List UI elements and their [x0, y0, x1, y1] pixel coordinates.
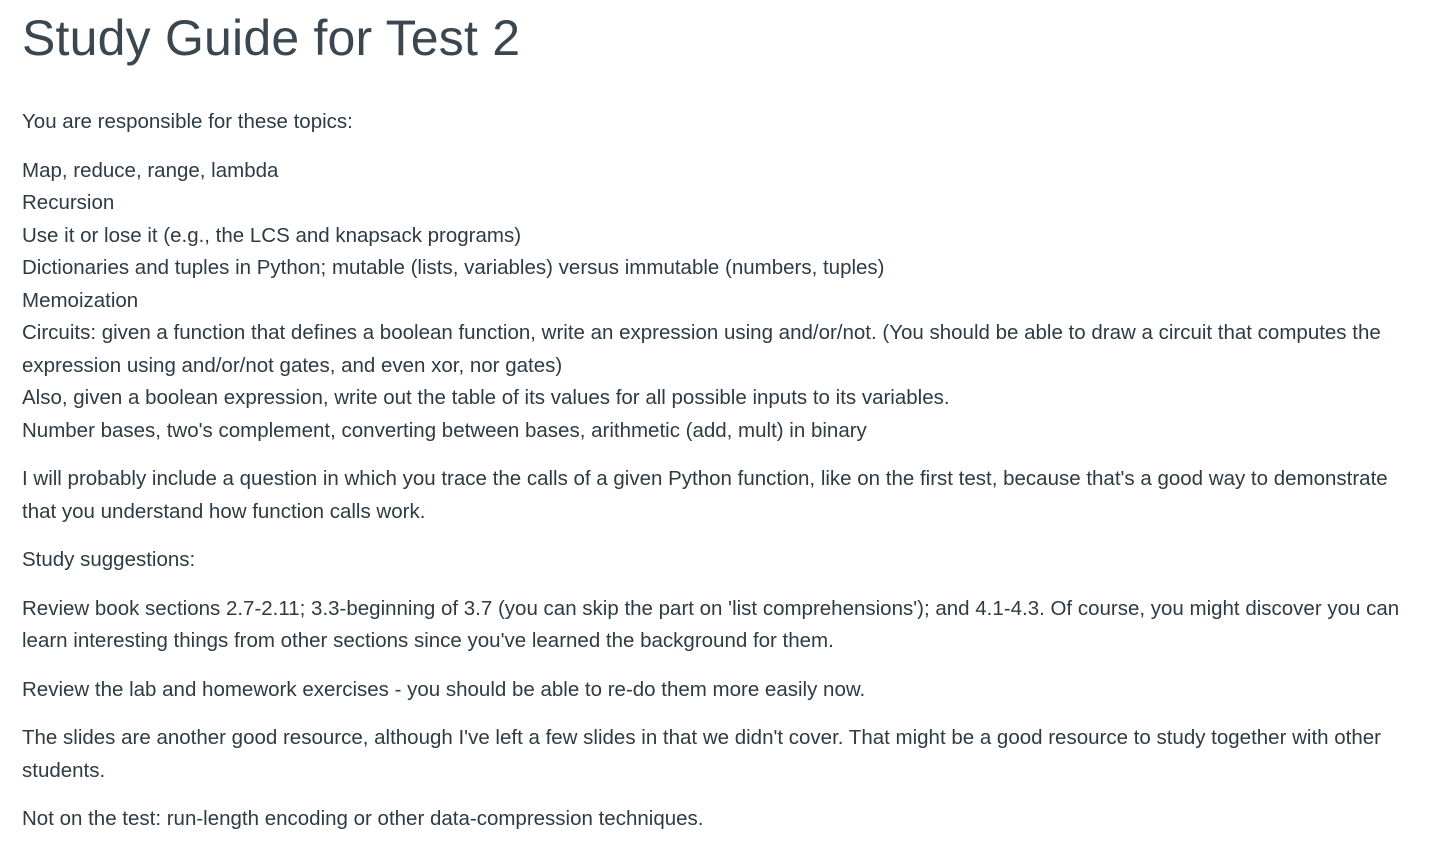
study-guide-page: Study Guide for Test 2 You are responsib…: [22, 0, 1422, 836]
suggestions-heading: Study suggestions:: [22, 548, 196, 571]
topic-item: Also, given a boolean expression, write …: [22, 386, 950, 409]
suggestion-review-exercises: Review the lab and homework exercises - …: [22, 677, 866, 701]
topic-item: Memoization: [22, 288, 139, 312]
topic-item: Dictionaries and tuples in Python; mutab…: [22, 256, 885, 279]
suggestion-slides: The slides are another good resource, al…: [22, 726, 1381, 782]
topic-item: Use it or lose it (e.g., the LCS and kna…: [22, 223, 522, 247]
intro-text: You are responsible for these topics:: [22, 110, 353, 133]
not-on-test-note: Not on the test: run-length encoding or …: [22, 807, 704, 830]
topics-list: Map, reduce, range, lambda Recursion Use…: [22, 155, 1422, 448]
suggestion-review-book: Review book sections 2.7-2.11; 3.3-begin…: [22, 596, 1400, 653]
topic-item: Number bases, two's complement, converti…: [22, 418, 867, 442]
topic-item: Map, reduce, range, lambda: [22, 158, 279, 182]
page-title: Study Guide for Test 2: [22, 10, 521, 66]
trace-note: I will probably include a question in wh…: [22, 467, 1388, 523]
topic-item: Recursion: [22, 191, 115, 214]
topic-item: Circuits: given a function that defines …: [22, 321, 1381, 377]
